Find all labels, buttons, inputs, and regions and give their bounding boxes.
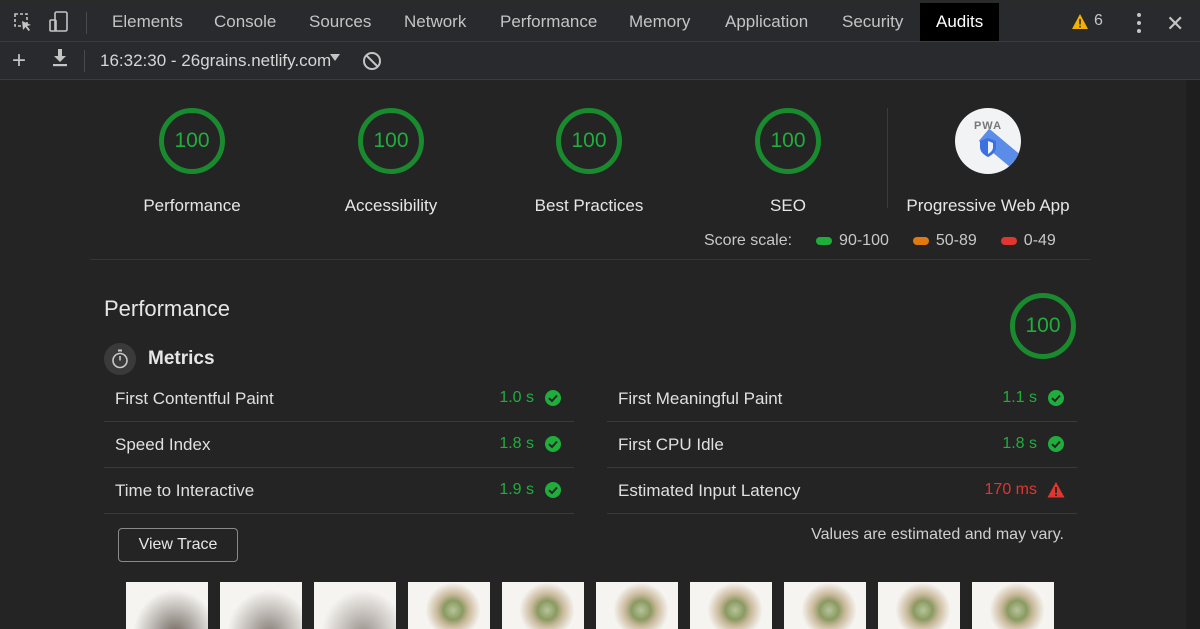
- score-scale-legend: Score scale: 90-100 50-89 0-49: [704, 232, 1056, 250]
- view-trace-button[interactable]: View Trace: [118, 528, 238, 562]
- filmstrip-frame: [596, 582, 678, 629]
- metric-name: First CPU Idle: [618, 435, 724, 454]
- report-selector[interactable]: 16:32:30 - 26grains.netlify.com: [100, 51, 331, 71]
- score-range-fail: 0-49: [1023, 232, 1056, 249]
- pass-check-icon: [545, 482, 561, 498]
- metric-value: 1.8 s: [1002, 435, 1037, 452]
- score-ring: 100: [358, 108, 424, 174]
- pass-check-icon: [545, 390, 561, 406]
- tab-security[interactable]: Security: [826, 3, 919, 41]
- section-title-performance: Performance: [104, 296, 230, 321]
- metric-first-contentful-paint: First Contentful Paint 1.0 s: [104, 376, 574, 422]
- metric-value: 170 ms: [984, 481, 1037, 498]
- more-options-icon[interactable]: [1130, 13, 1148, 33]
- tab-sources[interactable]: Sources: [293, 3, 387, 41]
- tab-application[interactable]: Application: [709, 3, 824, 41]
- stopwatch-icon: [104, 343, 136, 375]
- score-range-pass: 90-100: [839, 232, 889, 249]
- category-label: Progressive Web App: [906, 196, 1070, 215]
- metric-value: 1.9 s: [499, 481, 534, 498]
- category-gauge-best-practices[interactable]: 100 Best Practices: [509, 108, 669, 216]
- warnings-indicator[interactable]: 6: [1072, 12, 1103, 30]
- pass-check-icon: [1048, 390, 1064, 406]
- average-color-dot: [912, 237, 929, 245]
- tab-memory[interactable]: Memory: [613, 3, 706, 41]
- warning-icon: [1072, 13, 1088, 29]
- category-gauge-pwa[interactable]: PWA Progressive Web App: [905, 108, 1071, 216]
- category-gauge-accessibility[interactable]: 100 Accessibility: [311, 108, 471, 216]
- filmstrip-frame: [502, 582, 584, 629]
- inspect-element-icon[interactable]: [12, 11, 34, 33]
- pass-check-icon: [545, 436, 561, 452]
- pass-check-icon: [1048, 436, 1064, 452]
- device-toolbar-icon[interactable]: [48, 11, 70, 33]
- metric-first-meaningful-paint: First Meaningful Paint 1.1 s: [607, 376, 1077, 422]
- category-gauge-performance[interactable]: 100 Performance: [112, 108, 272, 216]
- fail-warning-icon: [1047, 482, 1065, 498]
- tab-separator: [86, 12, 87, 34]
- metric-first-cpu-idle: First CPU Idle 1.8 s: [607, 422, 1077, 468]
- filmstrip-frame: [408, 582, 490, 629]
- score-ring: 100: [159, 108, 225, 174]
- chevron-down-icon[interactable]: [330, 54, 340, 61]
- estimate-note: Values are estimated and may vary.: [811, 526, 1064, 543]
- metric-name: Time to Interactive: [115, 481, 255, 500]
- clear-reports-icon[interactable]: [362, 51, 382, 76]
- metrics-title: Metrics: [148, 348, 215, 369]
- pass-color-dot: [816, 237, 833, 245]
- category-gauge-seo[interactable]: 100 SEO: [708, 108, 868, 216]
- warnings-count: 6: [1094, 12, 1103, 29]
- metric-time-to-interactive: Time to Interactive 1.9 s: [104, 468, 574, 514]
- score-ring: 100: [755, 108, 821, 174]
- scrollbar[interactable]: [1186, 80, 1200, 629]
- metric-name: First Contentful Paint: [115, 389, 274, 408]
- tab-performance[interactable]: Performance: [484, 3, 613, 41]
- audits-toolbar: + 16:32:30 - 26grains.netlify.com: [0, 42, 1200, 80]
- tab-audits[interactable]: Audits: [920, 3, 1000, 41]
- metric-value: 1.0 s: [499, 389, 534, 406]
- category-label: SEO: [770, 196, 806, 215]
- tab-network[interactable]: Network: [388, 3, 482, 41]
- metric-value: 1.8 s: [499, 435, 534, 452]
- pwa-separator: [887, 108, 888, 208]
- toolbar-separator: [84, 50, 85, 72]
- performance-score-gauge[interactable]: 100: [1010, 293, 1076, 359]
- download-report-icon[interactable]: [52, 49, 68, 72]
- filmstrip-frame: [314, 582, 396, 629]
- screenshot-filmstrip: [126, 582, 1054, 629]
- divider: [90, 259, 1090, 260]
- score-scale-label: Score scale:: [704, 232, 793, 249]
- metrics-header: Metrics: [104, 343, 215, 375]
- tab-console[interactable]: Console: [198, 3, 292, 41]
- devtools-tab-bar: Elements Console Sources Network Performance…: [0, 0, 1200, 42]
- tab-elements[interactable]: Elements: [96, 3, 199, 41]
- category-label: Best Practices: [534, 196, 644, 215]
- filmstrip-frame: [690, 582, 772, 629]
- score-range-average: 50-89: [935, 232, 977, 249]
- metric-estimated-input-latency: Estimated Input Latency 170 ms: [607, 468, 1077, 514]
- close-icon[interactable]: ✕: [1166, 11, 1184, 37]
- metric-name: First Meaningful Paint: [618, 389, 783, 408]
- pwa-badge-icon: PWA: [955, 108, 1021, 174]
- score-ring: 100: [556, 108, 622, 174]
- metric-name: Estimated Input Latency: [618, 481, 801, 500]
- filmstrip-frame: [784, 582, 866, 629]
- new-audit-icon[interactable]: +: [12, 47, 26, 75]
- filmstrip-frame: [220, 582, 302, 629]
- category-label: Accessibility: [344, 196, 438, 215]
- metric-name: Speed Index: [115, 435, 211, 454]
- category-label: Performance: [143, 196, 241, 215]
- fail-color-dot: [1000, 237, 1017, 245]
- filmstrip-frame: [126, 582, 208, 629]
- filmstrip-frame: [972, 582, 1054, 629]
- metric-value: 1.1 s: [1002, 389, 1037, 406]
- filmstrip-frame: [878, 582, 960, 629]
- metric-speed-index: Speed Index 1.8 s: [104, 422, 574, 468]
